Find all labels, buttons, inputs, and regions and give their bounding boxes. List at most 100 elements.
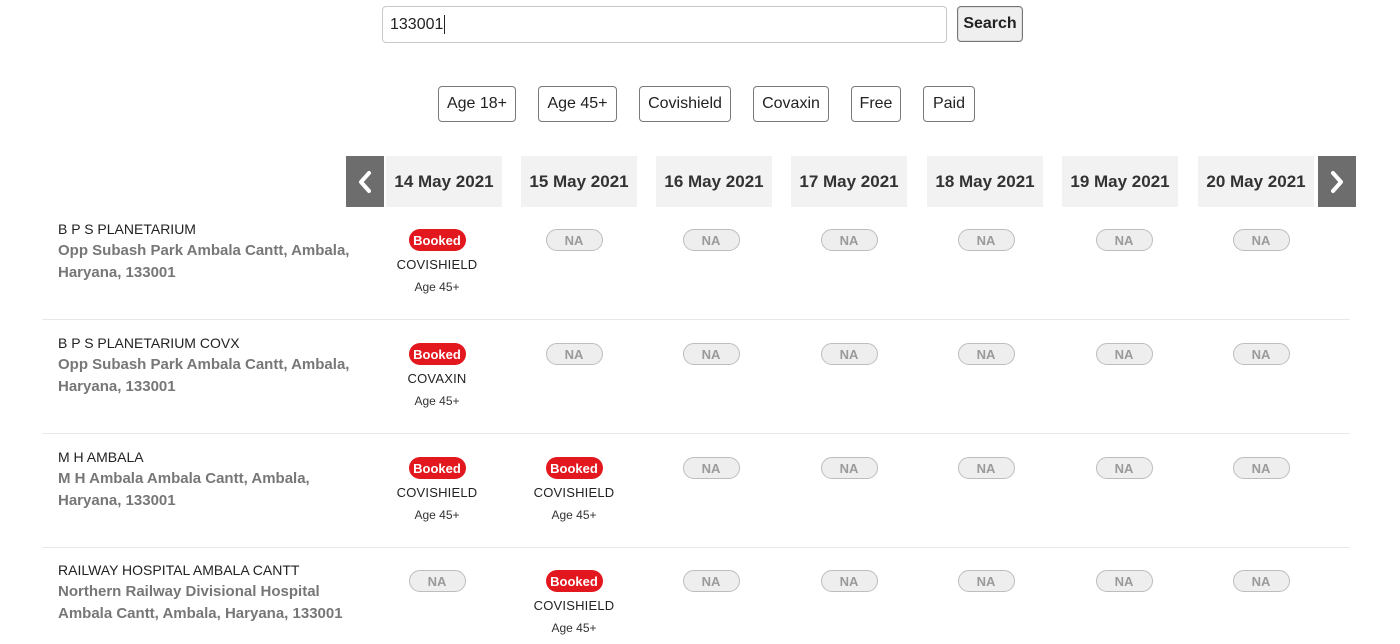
address-line: Ambala Cantt, Ambala, Haryana, 133001 [58, 605, 343, 622]
slot-cell: Booked COVAXIN Age 45+ [377, 343, 497, 408]
slot-cell: NA [926, 457, 1046, 479]
slot-cell: NA [789, 570, 909, 592]
age-limit: Age 45+ [414, 508, 460, 522]
slot-cell: NA [1201, 343, 1321, 365]
text-caret [444, 15, 446, 34]
vaccine-name: COVISHIELD [396, 257, 478, 272]
slot-cell: NA [789, 457, 909, 479]
date-tab-7[interactable]: 20 May 2021 [1198, 156, 1314, 207]
next-dates-button[interactable] [1318, 156, 1356, 207]
date-tab-3[interactable]: 16 May 2021 [656, 156, 772, 207]
filter-age-18-button[interactable]: Age 18+ [438, 86, 516, 122]
address-line: Haryana, 133001 [58, 264, 176, 281]
slot-cell: Booked COVISHIELD Age 45+ [514, 457, 634, 522]
booked-badge[interactable]: Booked [408, 229, 466, 251]
center-address: Northern Railway Divisional Hospital Amb… [58, 581, 378, 625]
slot-cell: NA [514, 229, 634, 251]
row-divider [42, 547, 1350, 548]
slot-cell: NA [1201, 229, 1321, 251]
center-name: RAILWAY HOSPITAL AMBALA CANTT [58, 562, 300, 578]
na-badge: NA [1232, 570, 1290, 592]
slot-cell: Booked COVISHIELD Age 45+ [514, 570, 634, 635]
center-name: B P S PLANETARIUM COVX [58, 335, 240, 351]
na-badge: NA [682, 229, 740, 251]
na-badge: NA [957, 343, 1015, 365]
address-line: Haryana, 133001 [58, 378, 176, 395]
na-badge: NA [1095, 570, 1153, 592]
center-address: Opp Subash Park Ambala Cantt, Ambala, Ha… [58, 354, 358, 398]
address-line: Northern Railway Divisional Hospital [58, 583, 320, 600]
center-address: M H Ambala Ambala Cantt, Ambala, Haryana… [58, 468, 358, 512]
na-badge: NA [957, 457, 1015, 479]
search-input-value: 133001 [390, 16, 444, 33]
filter-bar: Age 18+ Age 45+ Covishield Covaxin Free … [0, 86, 1400, 122]
search-button[interactable]: Search [957, 6, 1023, 42]
date-tab-4[interactable]: 17 May 2021 [791, 156, 907, 207]
date-tab-5[interactable]: 18 May 2021 [927, 156, 1043, 207]
filter-covishield-button[interactable]: Covishield [639, 86, 731, 122]
slot-cell: NA [1064, 229, 1184, 251]
date-navigation-bar: 14 May 2021 15 May 2021 16 May 2021 17 M… [346, 156, 1356, 207]
slot-cell: NA [1064, 570, 1184, 592]
na-badge: NA [682, 457, 740, 479]
slot-cell: NA [1064, 343, 1184, 365]
vaccine-name: COVISHIELD [396, 485, 478, 500]
na-badge: NA [1095, 229, 1153, 251]
address-line: Opp Subash Park Ambala Cantt, Ambala, [58, 242, 350, 259]
date-tab-2[interactable]: 15 May 2021 [521, 156, 637, 207]
booked-badge[interactable]: Booked [545, 457, 603, 479]
slot-cell: NA [926, 229, 1046, 251]
filter-free-button[interactable]: Free [851, 86, 901, 122]
prev-dates-button[interactable] [346, 156, 384, 207]
booked-badge[interactable]: Booked [545, 570, 603, 592]
center-address: Opp Subash Park Ambala Cantt, Ambala, Ha… [58, 240, 358, 284]
na-badge: NA [957, 570, 1015, 592]
na-badge: NA [1232, 343, 1290, 365]
na-badge: NA [820, 570, 878, 592]
slot-cell: NA [1201, 457, 1321, 479]
age-limit: Age 45+ [414, 280, 460, 294]
center-name: M H AMBALA [58, 449, 144, 465]
address-line: Haryana, 133001 [58, 492, 176, 509]
slot-cell: NA [651, 343, 771, 365]
search-input[interactable]: 133001 [382, 6, 947, 43]
slot-cell: NA [1201, 570, 1321, 592]
slot-cell: NA [651, 229, 771, 251]
filter-paid-button[interactable]: Paid [923, 86, 975, 122]
slot-cell: NA [651, 570, 771, 592]
slot-cell: NA [1064, 457, 1184, 479]
na-badge: NA [1095, 457, 1153, 479]
slot-cell: NA [377, 570, 497, 592]
row-divider [42, 319, 1350, 320]
booked-badge[interactable]: Booked [408, 457, 466, 479]
na-badge: NA [1232, 457, 1290, 479]
slot-cell: NA [789, 343, 909, 365]
chevron-left-icon [359, 170, 371, 193]
row-divider [42, 433, 1350, 434]
na-badge: NA [682, 570, 740, 592]
na-badge: NA [408, 570, 466, 592]
slot-cell: NA [789, 229, 909, 251]
na-badge: NA [545, 343, 603, 365]
na-badge: NA [820, 457, 878, 479]
chevron-right-icon [1331, 170, 1343, 193]
slot-cell: NA [926, 343, 1046, 365]
date-tab-1[interactable]: 14 May 2021 [386, 156, 502, 207]
na-badge: NA [545, 229, 603, 251]
date-tab-6[interactable]: 19 May 2021 [1062, 156, 1178, 207]
slot-cell: NA [514, 343, 634, 365]
slot-cell: Booked COVISHIELD Age 45+ [377, 229, 497, 294]
na-badge: NA [1095, 343, 1153, 365]
booked-badge[interactable]: Booked [408, 343, 466, 365]
na-badge: NA [820, 343, 878, 365]
na-badge: NA [682, 343, 740, 365]
filter-covaxin-button[interactable]: Covaxin [753, 86, 829, 122]
age-limit: Age 45+ [414, 394, 460, 408]
slot-cell: Booked COVISHIELD Age 45+ [377, 457, 497, 522]
na-badge: NA [820, 229, 878, 251]
address-line: Opp Subash Park Ambala Cantt, Ambala, [58, 356, 350, 373]
age-limit: Age 45+ [551, 621, 597, 635]
filter-age-45-button[interactable]: Age 45+ [538, 86, 617, 122]
slot-cell: NA [651, 457, 771, 479]
vaccine-name: COVISHIELD [533, 485, 615, 500]
